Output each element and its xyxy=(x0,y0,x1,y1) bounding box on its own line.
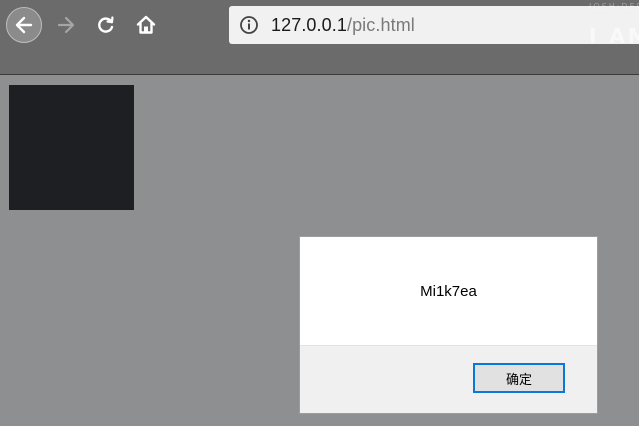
info-icon[interactable] xyxy=(239,15,259,35)
browser-toolbar: 127.0.0.1/pic.html JOSH·DER I AM xyxy=(0,0,639,75)
reload-button[interactable] xyxy=(88,7,124,43)
address-bar[interactable]: 127.0.0.1/pic.html xyxy=(229,6,639,44)
watermark: JOSH·DER I AM xyxy=(589,2,639,48)
alert-dialog: Mi1k7ea 确定 xyxy=(299,236,598,414)
url-host: 127.0.0.1 xyxy=(271,14,347,35)
alert-footer: 确定 xyxy=(300,345,597,413)
home-icon xyxy=(136,15,156,34)
back-button[interactable] xyxy=(6,7,42,43)
url-path: /pic.html xyxy=(346,14,415,35)
arrow-right-icon xyxy=(57,16,75,34)
watermark-line-2: I AM xyxy=(589,24,639,48)
home-button[interactable] xyxy=(128,7,164,43)
watermark-line-1: JOSH·DER xyxy=(589,2,639,11)
reload-icon xyxy=(98,16,114,33)
ok-button[interactable]: 确定 xyxy=(473,363,565,393)
alert-message: Mi1k7ea xyxy=(420,282,477,300)
forward-button[interactable] xyxy=(48,7,84,43)
arrow-left-icon xyxy=(15,16,33,34)
dark-square-image xyxy=(9,85,134,210)
url-text: 127.0.0.1/pic.html xyxy=(271,15,415,36)
